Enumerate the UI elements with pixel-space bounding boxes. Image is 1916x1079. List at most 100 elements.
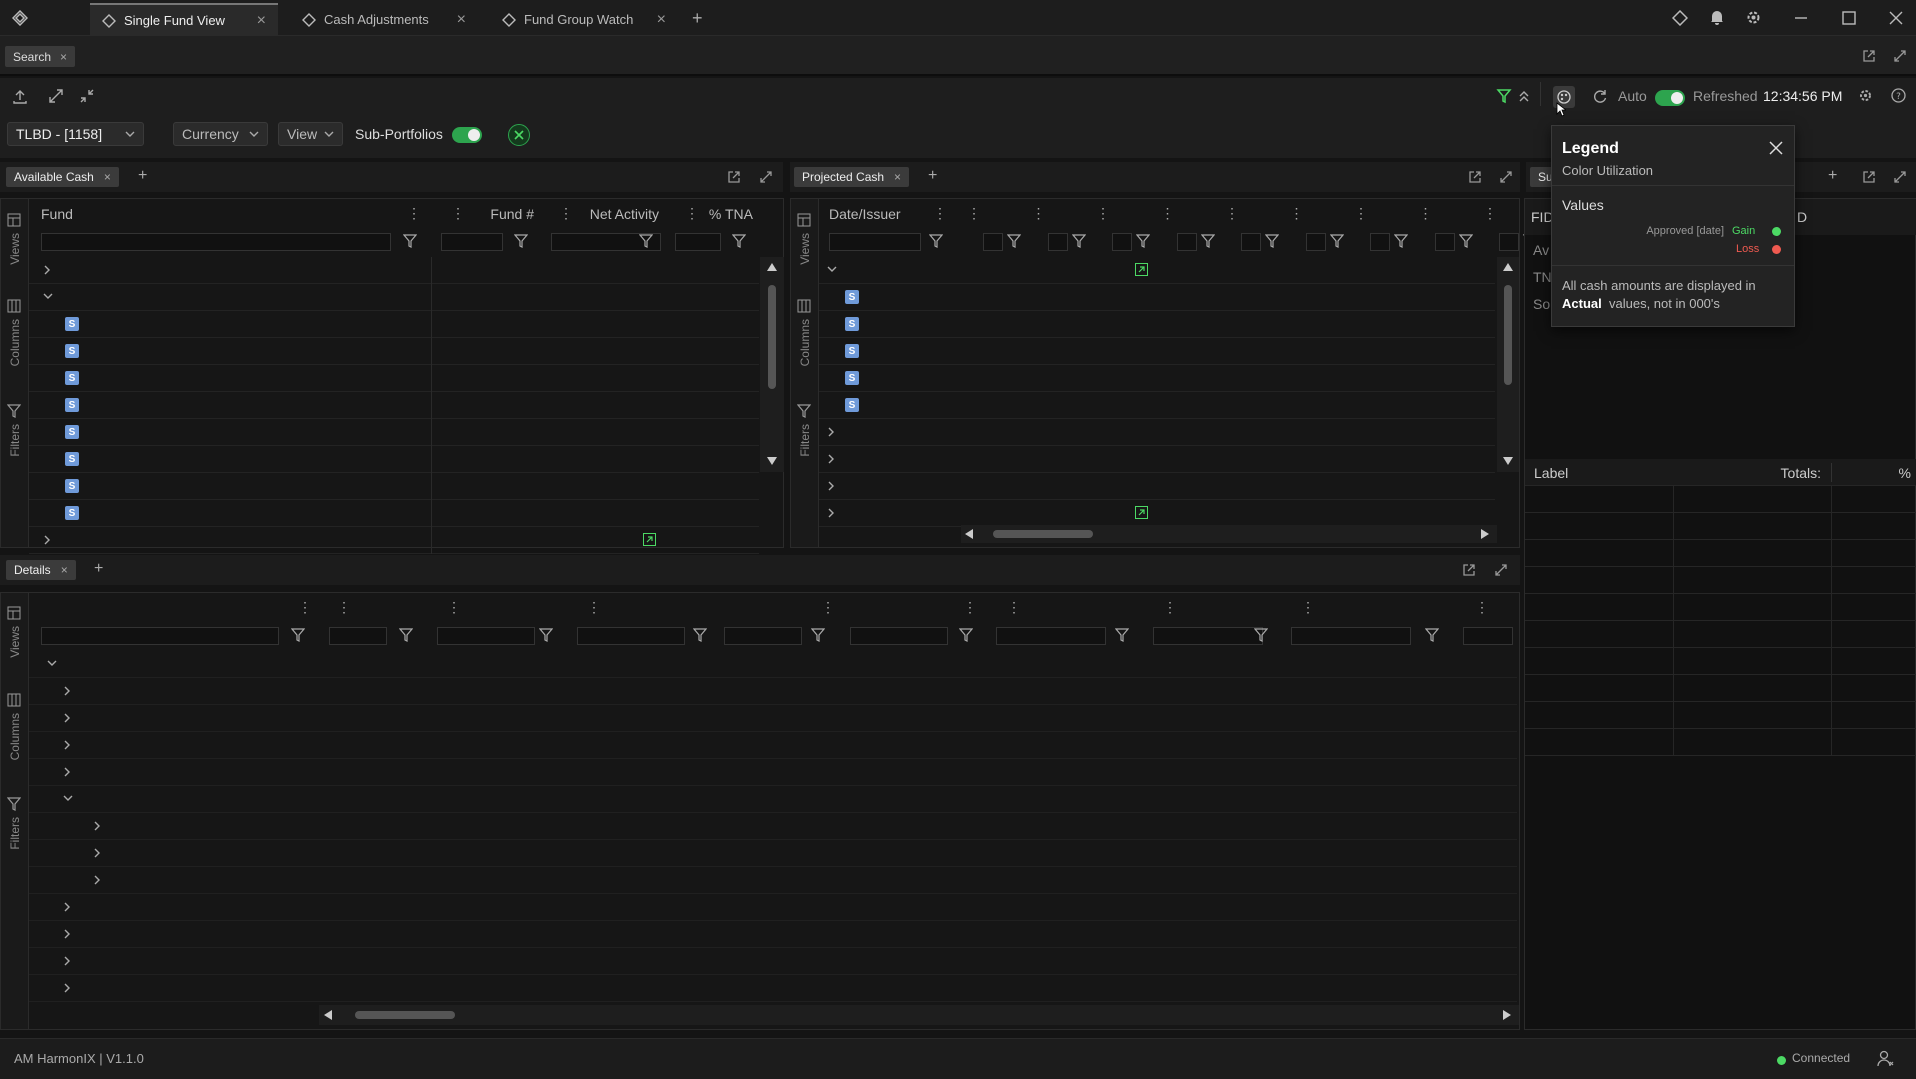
filter-icon[interactable] (797, 404, 811, 418)
column-filter-input[interactable] (724, 627, 802, 645)
open-link-icon[interactable] (643, 533, 656, 546)
columns-label[interactable]: Columns (8, 319, 22, 366)
summary-row[interactable] (1525, 486, 1916, 513)
column-menu-icon[interactable]: ⋮ (1225, 205, 1239, 222)
column-menu-icon[interactable]: ⋮ (298, 599, 312, 616)
add-tab-icon[interactable]: + (138, 167, 147, 185)
chevron-right-icon[interactable] (43, 535, 51, 545)
column-filter-input[interactable] (1176, 233, 1197, 251)
chevron-down-icon[interactable] (63, 794, 73, 802)
fund-select[interactable]: TLBD - [1158] (7, 122, 144, 146)
column-filter-input[interactable] (1112, 233, 1132, 251)
chevron-right-icon[interactable] (93, 821, 101, 831)
filter-icon[interactable] (539, 628, 553, 642)
views-icon[interactable] (7, 213, 21, 227)
close-icon[interactable]: × (657, 11, 666, 29)
search-chip[interactable]: Search × (5, 46, 76, 67)
column-header-label[interactable]: Label (1534, 465, 1568, 481)
column-filter-input[interactable] (1047, 233, 1068, 251)
column-menu-icon[interactable]: ⋮ (1354, 205, 1368, 222)
chevron-right-icon[interactable] (43, 265, 51, 275)
column-menu-icon[interactable]: ⋮ (451, 205, 465, 222)
scrollbar-thumb[interactable] (768, 285, 776, 389)
expand-icon[interactable] (1499, 170, 1513, 184)
chevron-right-icon[interactable] (63, 929, 71, 939)
chevron-right-icon[interactable] (827, 454, 835, 464)
close-icon[interactable]: × (894, 170, 901, 184)
column-filter-input[interactable] (1463, 627, 1513, 645)
filters-label[interactable]: Filters (8, 424, 22, 457)
filter-icon[interactable] (1115, 628, 1129, 642)
table-row[interactable]: S (819, 311, 1495, 338)
column-menu-icon[interactable]: ⋮ (1301, 599, 1315, 616)
scroll-right-icon[interactable] (1481, 529, 1489, 539)
table-row[interactable] (29, 948, 1517, 975)
table-row[interactable] (819, 446, 1495, 473)
scroll-left-icon[interactable] (324, 1010, 332, 1020)
close-icon[interactable] (1769, 141, 1783, 155)
open-link-icon[interactable] (1135, 506, 1148, 519)
table-row[interactable] (29, 759, 1517, 786)
column-menu-icon[interactable]: ⋮ (933, 205, 947, 222)
fund-filter-input[interactable] (41, 233, 391, 251)
summary-row[interactable] (1525, 675, 1916, 702)
table-row[interactable] (29, 840, 1517, 867)
chevron-right-icon[interactable] (63, 767, 71, 777)
column-menu-icon[interactable]: ⋮ (407, 205, 421, 222)
chevron-down-icon[interactable] (43, 292, 53, 300)
column-filter-input[interactable] (983, 233, 1003, 251)
columns-icon[interactable] (7, 693, 21, 707)
pop-out-icon[interactable] (727, 170, 741, 184)
filter-icon[interactable] (1329, 234, 1344, 248)
filter-icon[interactable] (514, 234, 528, 248)
close-icon[interactable]: × (104, 170, 111, 184)
filter-icon[interactable] (1458, 234, 1473, 248)
column-menu-icon[interactable]: ⋮ (1007, 599, 1021, 616)
column-header-pct[interactable]: % (1851, 465, 1911, 481)
column-filter-input[interactable] (577, 627, 685, 645)
horizontal-scrollbar[interactable] (319, 1005, 1519, 1025)
filter-icon[interactable] (1200, 234, 1215, 248)
table-row[interactable]: S (29, 500, 759, 527)
chevron-down-icon[interactable] (47, 659, 57, 667)
column-menu-icon[interactable]: ⋮ (447, 599, 461, 616)
close-icon[interactable]: × (61, 563, 68, 577)
filter-icon[interactable] (1265, 234, 1279, 248)
summary-row[interactable] (1525, 567, 1916, 594)
minimize-icon[interactable] (1793, 10, 1809, 26)
tab-details[interactable]: Details × (6, 560, 76, 580)
scrollbar-thumb[interactable] (1504, 285, 1512, 385)
refresh-icon[interactable] (1592, 88, 1608, 104)
table-row[interactable] (29, 284, 759, 311)
chevron-right-icon[interactable] (827, 427, 835, 437)
clear-icon[interactable] (508, 124, 530, 146)
filter-icon[interactable] (1394, 234, 1408, 248)
gear-icon[interactable] (1745, 9, 1762, 26)
filter-icon[interactable] (732, 234, 746, 248)
chevron-right-icon[interactable] (63, 983, 71, 993)
filter-icon[interactable] (1007, 234, 1021, 248)
filters-label[interactable]: Filters (798, 424, 812, 457)
column-header-date-issuer[interactable]: Date/Issuer (829, 206, 901, 222)
column-menu-icon[interactable]: ⋮ (1161, 205, 1175, 222)
chevron-right-icon[interactable] (63, 686, 71, 696)
summary-row[interactable] (1525, 594, 1916, 621)
column-header-fund[interactable]: Fund (41, 206, 73, 222)
tna-filter-input[interactable] (675, 233, 721, 251)
filter-icon[interactable] (1254, 628, 1268, 642)
filter-icon[interactable] (399, 628, 413, 642)
column-filter-input[interactable] (1305, 233, 1326, 251)
filter-icon[interactable] (1071, 234, 1086, 248)
pop-out-icon[interactable] (1862, 170, 1876, 184)
table-row[interactable]: S (29, 419, 759, 446)
filter-icon[interactable] (7, 797, 21, 811)
bell-icon[interactable] (1709, 9, 1725, 26)
vertical-scrollbar[interactable] (1497, 257, 1519, 472)
filter-icon[interactable] (693, 628, 707, 642)
filter-icon[interactable] (7, 404, 21, 418)
table-row[interactable] (29, 678, 1517, 705)
summary-row[interactable] (1525, 648, 1916, 675)
expand-icon[interactable] (48, 88, 64, 104)
scroll-right-icon[interactable] (1503, 1010, 1511, 1020)
views-label[interactable]: Views (8, 233, 22, 265)
